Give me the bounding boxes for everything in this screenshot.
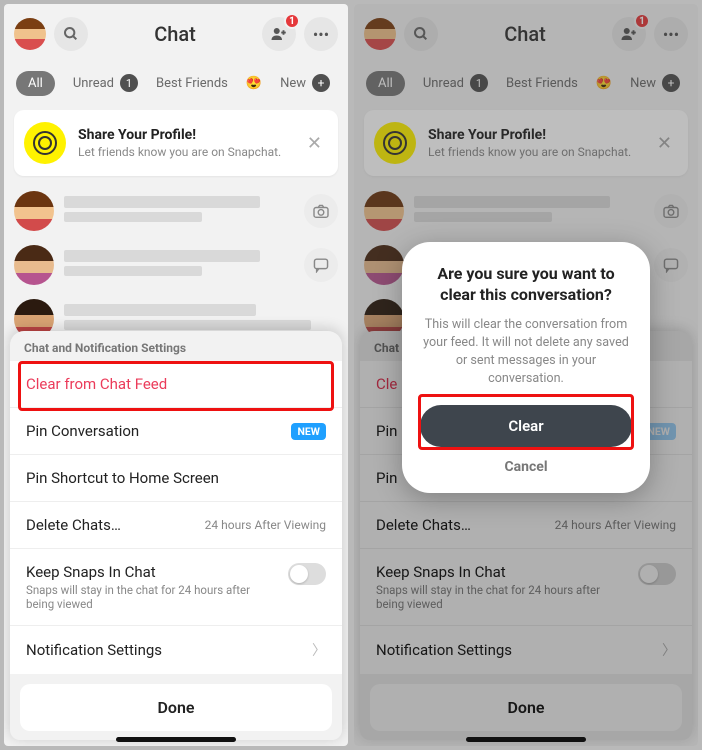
person-icon — [33, 131, 57, 155]
row-clear-chat-feed[interactable]: Clear from Chat Feed — [10, 361, 342, 408]
chat-icon — [312, 257, 330, 273]
alert-clear-button[interactable]: Clear — [420, 405, 632, 447]
home-indicator — [116, 737, 236, 742]
conversation-row[interactable] — [4, 238, 348, 292]
keep-subtitle: Snaps will stay in the chat for 24 hours… — [26, 583, 256, 611]
more-button[interactable]: ••• — [304, 17, 338, 51]
filter-bar: All Unread 1 Best Friends 😍 New + — [4, 64, 348, 102]
search-icon — [63, 26, 79, 42]
conversation-row[interactable] — [4, 184, 348, 238]
delete-time: 24 hours After Viewing — [205, 518, 326, 532]
add-friend-icon — [270, 25, 288, 43]
notification-badge: 1 — [284, 13, 300, 29]
sheet-title: Chat and Notification Settings — [10, 331, 342, 361]
done-button[interactable]: Done — [20, 684, 332, 731]
filter-all[interactable]: All — [16, 71, 55, 96]
share-subtitle: Let friends know you are on Snapchat. — [78, 145, 281, 159]
my-avatar[interactable] — [14, 18, 46, 50]
row-pin-home[interactable]: Pin Shortcut to Home Screen — [10, 455, 342, 502]
page-title: Chat — [96, 22, 254, 46]
header-bar: Chat 1 ••• — [4, 4, 348, 64]
phone-left: Chat 1 ••• All Unread 1 Best Friends 😍 N… — [4, 4, 348, 746]
plus-icon: + — [312, 74, 330, 92]
alert-title: Are you sure you want to clear this conv… — [420, 264, 632, 306]
phone-right: Chat 1 ••• All Unread 1 Best Friends 😍 N… — [354, 4, 698, 746]
chat-button[interactable] — [304, 248, 338, 282]
unread-count: 1 — [120, 74, 138, 92]
search-button[interactable] — [54, 17, 88, 51]
share-icon-circle — [24, 122, 66, 164]
share-profile-card[interactable]: Share Your Profile! Let friends know you… — [14, 110, 338, 176]
keep-snaps-toggle[interactable] — [288, 563, 326, 585]
row-keep-snaps[interactable]: Keep Snaps In Chat Snaps will stay in th… — [10, 549, 342, 626]
filter-unread[interactable]: Unread 1 — [73, 74, 138, 92]
avatar — [14, 245, 54, 285]
row-pin-conversation[interactable]: Pin Conversation NEW — [10, 408, 342, 455]
alert-body: This will clear the conversation from yo… — [420, 316, 632, 389]
alert-cancel-button[interactable]: Cancel — [420, 459, 632, 475]
avatar — [14, 191, 54, 231]
row-notification-settings[interactable]: Notification Settings 〉 — [10, 626, 342, 674]
action-sheet: Chat and Notification Settings Clear fro… — [10, 331, 342, 740]
close-icon[interactable]: ✕ — [301, 127, 328, 160]
confirm-alert: Are you sure you want to clear this conv… — [402, 242, 650, 493]
share-title: Share Your Profile! — [78, 127, 281, 143]
more-icon: ••• — [313, 25, 329, 44]
filter-best-friends[interactable]: Best Friends — [156, 76, 228, 91]
home-indicator — [466, 737, 586, 742]
filter-emoji[interactable]: 😍 — [246, 76, 262, 91]
chevron-right-icon: 〉 — [312, 640, 326, 660]
add-friend-button[interactable]: 1 — [262, 17, 296, 51]
filter-new[interactable]: New + — [280, 74, 330, 92]
row-delete-chats[interactable]: Delete Chats… 24 hours After Viewing — [10, 502, 342, 549]
filter-unread-label: Unread — [73, 76, 114, 91]
camera-icon — [312, 204, 330, 218]
new-badge: NEW — [291, 423, 326, 440]
camera-button[interactable] — [304, 194, 338, 228]
